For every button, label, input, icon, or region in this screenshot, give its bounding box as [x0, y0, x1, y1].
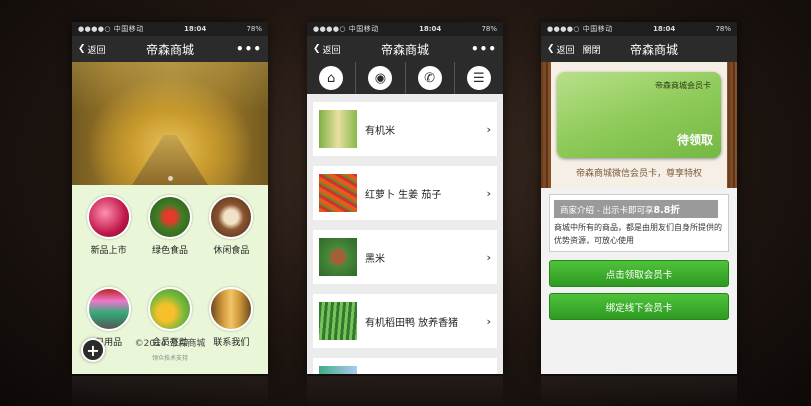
list-item[interactable]: 黑米 › [313, 230, 497, 284]
clock: 18:04 [418, 25, 442, 33]
carrier-label: ●●●●○ 中国移动 [313, 25, 379, 33]
carrier-label: ●●●●○ 中国移动 [547, 25, 613, 33]
member-card[interactable]: 帝森商城会员卡 待领取 [557, 72, 721, 158]
status-bar: ●●●●○ 中国移动 18:04 78% [307, 22, 503, 36]
chevron-right-icon: › [486, 250, 491, 264]
phone-screen-home: ●●●●○ 中国移动 18:04 78% ❮ 返回 帝森商城 ••• 新品上市 绿… [72, 22, 268, 374]
chevron-right-icon: › [486, 186, 491, 200]
tab-location[interactable]: ◉ [356, 62, 406, 94]
banner-image [72, 62, 268, 185]
chevron-left-icon: ❮ [78, 44, 86, 54]
more-button[interactable]: ••• [236, 42, 262, 56]
chevron-left-icon: ❮ [547, 44, 555, 54]
product-list: 有机米 › 红萝卜 生姜 茄子 › 黑米 › 有机稻田鸭 放养香猪 › [307, 94, 503, 374]
phone-reflection [541, 376, 737, 406]
cherries-icon [86, 195, 131, 239]
category-snacks[interactable]: 休闲食品 [201, 195, 262, 283]
phone-screen-member-card: ●●●●○ 中国移动 18:04 78% ❮ 返回 關閉 帝森商城 帝森商城会员卡… [541, 22, 737, 374]
discount-value: 8.8折 [653, 205, 680, 216]
chevron-right-icon: › [486, 314, 491, 328]
product-thumbnail [319, 174, 357, 212]
fruit-icon [147, 286, 192, 331]
battery-label: 78% [246, 25, 262, 33]
list-item[interactable] [313, 358, 497, 374]
berries-icon [147, 195, 192, 239]
back-button[interactable]: ❮ 返回 [78, 43, 106, 56]
battery-label: 78% [715, 25, 731, 33]
plus-icon[interactable]: + [81, 338, 105, 362]
category-green-food[interactable]: 绿色食品 [139, 195, 200, 283]
product-thumbnail [319, 238, 357, 276]
clock: 18:04 [183, 25, 207, 33]
back-button[interactable]: ❮ 返回 [547, 43, 575, 56]
close-button[interactable]: 關閉 [583, 43, 601, 56]
chevron-left-icon: ❮ [313, 44, 321, 54]
tab-list[interactable]: ☰ [455, 62, 503, 94]
chevron-right-icon: › [486, 122, 491, 136]
card-background: 帝森商城会员卡 待领取 帝森商城微信会员卡，尊享特权 [541, 62, 737, 188]
product-thumbnail [319, 302, 357, 340]
tab-phone[interactable]: ✆ [406, 62, 455, 94]
list-item[interactable]: 有机稻田鸭 放养香猪 › [313, 294, 497, 348]
category-new-arrivals[interactable]: 新品上市 [78, 195, 139, 283]
list-item[interactable]: 有机米 › [313, 102, 497, 156]
phone-reflection [307, 376, 503, 406]
status-bar: ●●●●○ 中国移动 18:04 78% [541, 22, 737, 36]
carousel-indicator[interactable] [168, 176, 173, 181]
card-name: 帝森商城会员卡 [655, 81, 711, 90]
more-button[interactable]: ••• [471, 42, 497, 56]
info-header: 商家介绍 - 出示卡即可享8.8折 [554, 200, 718, 218]
list-icon: ☰ [466, 66, 491, 90]
nav-bar: ❮ 返回 關閉 帝森商城 [541, 36, 737, 62]
icon-tab-bar: ⌂ ◉ ✆ ☰ [307, 62, 503, 94]
phone-screen-products: ●●●●○ 中国移动 18:04 78% ❮ 返回 帝森商城 ••• ⌂ ◉ ✆ … [307, 22, 503, 374]
list-item[interactable]: 红萝卜 生姜 茄子 › [313, 166, 497, 220]
location-icon: ◉ [368, 66, 393, 90]
status-bar: ●●●●○ 中国移动 18:04 78% [72, 22, 268, 36]
product-thumbnail [319, 110, 357, 148]
merchant-info: 商家介绍 - 出示卡即可享8.8折 商城中所有的商品，都是由朋友们自身所提供的优… [549, 194, 729, 252]
nav-bar: ❮ 返回 帝森商城 ••• [307, 36, 503, 62]
home-icon: ⌂ [319, 66, 344, 90]
phone-icon: ✆ [417, 66, 442, 90]
info-body: 商城中所有的商品，都是由朋友们自身所提供的优势资源，可放心使用 [554, 223, 722, 245]
snacks-icon [209, 195, 254, 239]
phone-reflection [72, 376, 268, 406]
product-thumbnail [319, 366, 357, 374]
card-status: 待领取 [676, 133, 713, 147]
nav-bar: ❮ 返回 帝森商城 ••• [72, 36, 268, 62]
forest-icon [209, 286, 254, 331]
clock: 18:04 [652, 25, 676, 33]
carrier-label: ●●●●○ 中国移动 [78, 25, 144, 33]
claim-card-button[interactable]: 点击领取会员卡 [549, 260, 729, 287]
tab-home[interactable]: ⌂ [307, 62, 357, 94]
bind-card-button[interactable]: 绑定线下会员卡 [549, 293, 729, 320]
back-button[interactable]: ❮ 返回 [313, 43, 341, 56]
battery-label: 78% [481, 25, 497, 33]
store-shelf-icon [86, 286, 131, 331]
card-tagline: 帝森商城微信会员卡，尊享特权 [575, 169, 702, 179]
